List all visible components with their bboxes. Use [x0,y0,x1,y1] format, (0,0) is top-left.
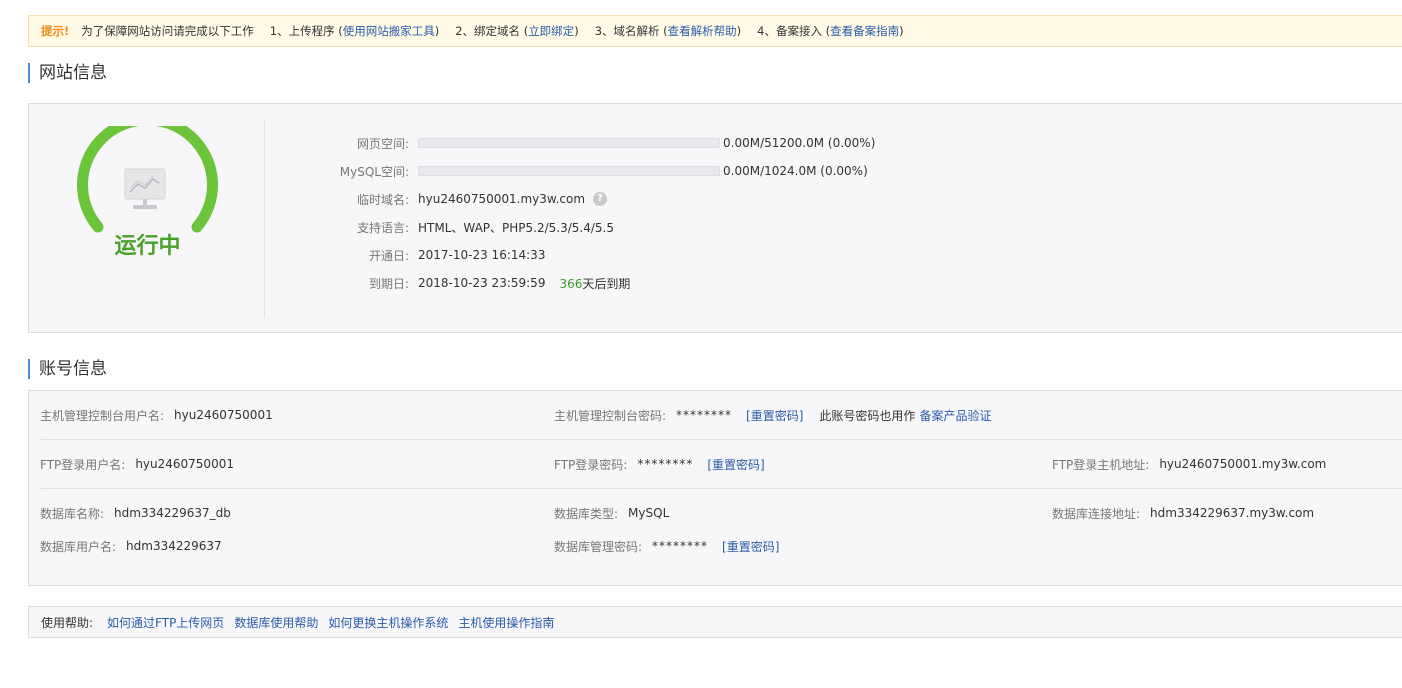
row-divider [41,488,1402,489]
db-reset-password-link[interactable]: [重置密码] [722,538,779,555]
languages-row: 支持语言: HTML、WAP、PHP5.2/5.3/5.4/5.5 [356,220,615,235]
temp-domain-value: hyu2460750001.my3w.com [418,192,586,206]
mysql-space-value: 0.00M/1024.0M (0.00%) [723,164,868,178]
temp-domain-row: 临时域名: hyu2460750001.my3w.com ? [309,190,608,208]
notice-step-upload: 1、上传程序 (使用网站搬家工具) [269,24,440,38]
row-divider [41,439,1402,440]
ftp-host: FTP登录主机地址: hyu2460750001.my3w.com [1052,457,1327,472]
db-host: 数据库连接地址: hdm334229637.my3w.com [1052,506,1315,521]
ftp-reset-password-link[interactable]: [重置密码] [707,456,764,473]
dns-help-link[interactable]: 查看解析帮助 [668,24,737,38]
icp-guide-link[interactable]: 查看备案指南 [830,24,899,38]
help-link-change-os[interactable]: 如何更换主机操作系统 [328,614,448,631]
monitor-chart-icon [124,168,166,209]
icp-verify-link[interactable]: 备案产品验证 [919,409,991,423]
account-info-panel: 主机管理控制台用户名: hyu2460750001 主机管理控制台密码: ***… [28,390,1402,586]
open-date-row: 开通日: 2017-10-23 16:14:33 [368,248,546,263]
expire-date-value: 2018-10-23 23:59:59 [418,276,546,290]
console-reset-password-link[interactable]: [重置密码] [746,407,803,424]
db-username: 数据库用户名: hdm334229637 [40,539,222,554]
db-name: 数据库名称: hdm334229637_db [40,506,231,521]
days-remaining: 366天后到期 [559,276,631,291]
notice-bar: 提示! 为了保障网站访问请完成以下工作 1、上传程序 (使用网站搬家工具) 2、… [28,15,1402,47]
site-info-panel: 运行中 网页空间: 0.00M/51200.0M (0.00%) MySQL空间… [28,103,1402,333]
account-info-title: 账号信息 [28,359,107,379]
web-space-row: 网页空间: 0.00M/51200.0M (0.00%) [356,136,876,151]
migration-tool-link[interactable]: 使用网站搬家工具 [343,24,435,38]
panel-divider [264,120,265,318]
languages-value: HTML、WAP、PHP5.2/5.3/5.4/5.5 [418,220,615,235]
web-space-value: 0.00M/51200.0M (0.00%) [723,136,876,150]
help-label: 使用帮助: [41,615,94,630]
site-info-title: 网站信息 [28,63,107,83]
help-link-host-guide[interactable]: 主机使用操作指南 [458,614,554,631]
help-bar: 使用帮助: 如何通过FTP上传网页 数据库使用帮助 如何更换主机操作系统 主机使… [28,606,1402,638]
web-space-progress [418,138,720,148]
mysql-space-row: MySQL空间: 0.00M/1024.0M (0.00%) [339,164,868,179]
expire-date-row: 到期日: 2018-10-23 23:59:59 366天后到期 [368,276,631,291]
ftp-username: FTP登录用户名: hyu2460750001 [40,457,234,472]
notice-step-bind-domain: 2、绑定域名 (立即绑定) [455,24,579,38]
ftp-password: FTP登录密码: ******** [重置密码] [554,456,765,473]
console-username: 主机管理控制台用户名: hyu2460750001 [40,408,273,423]
notice-step-icp: 4、备案接入 (查看备案指南) [757,24,904,38]
db-password: 数据库管理密码: ******** [重置密码] [554,538,780,555]
db-type: 数据库类型: MySQL [554,506,670,521]
notice-step-dns: 3、域名解析 (查看解析帮助) [594,24,742,38]
notice-tip: 提示! [41,24,70,38]
open-date-value: 2017-10-23 16:14:33 [418,248,546,262]
mysql-space-progress [418,166,720,176]
console-password: 主机管理控制台密码: ******** [重置密码] 此账号密码也用作 备案产品验… [554,407,992,424]
help-link-database[interactable]: 数据库使用帮助 [234,614,318,631]
help-question-icon[interactable]: ? [593,192,608,206]
help-link-ftp-upload[interactable]: 如何通过FTP上传网页 [107,614,224,631]
notice-intro: 为了保障网站访问请完成以下工作 [81,24,254,38]
status-label: 运行中 [114,234,181,259]
bind-domain-link[interactable]: 立即绑定 [528,24,574,38]
